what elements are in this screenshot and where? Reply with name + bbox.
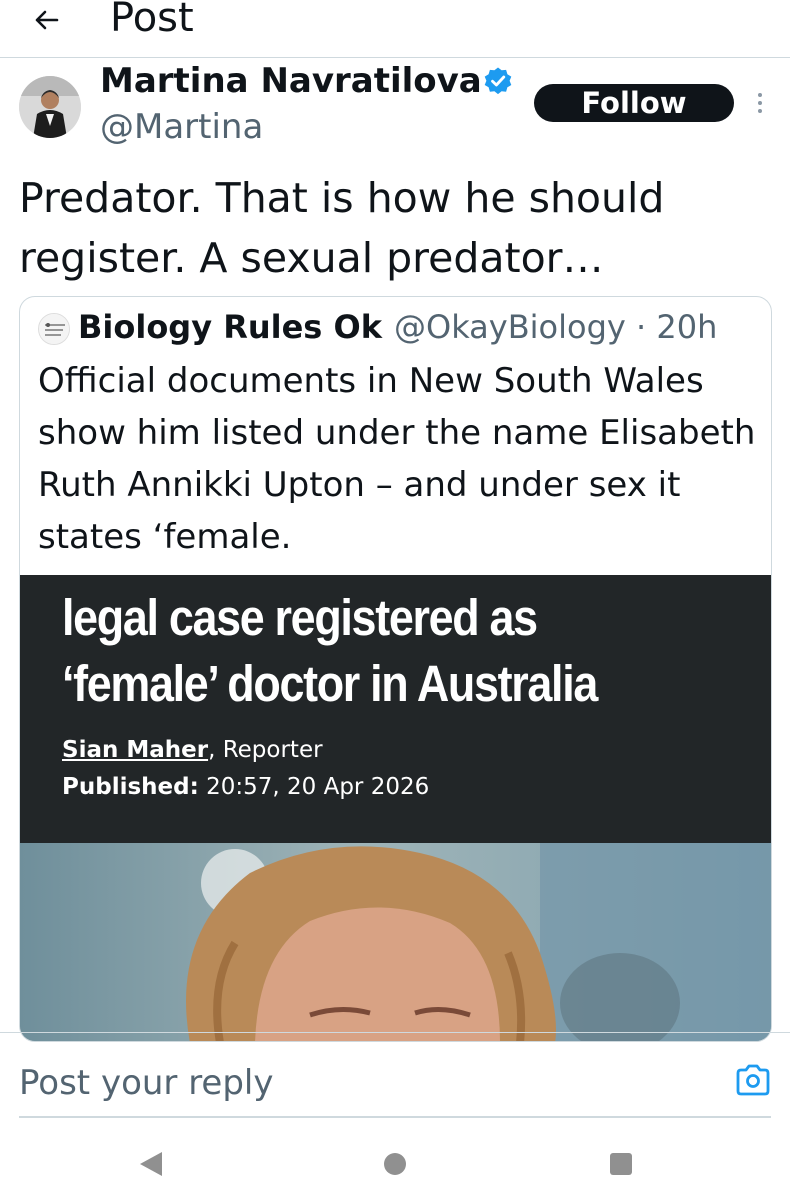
post-text: Predator. That is how he should register…	[19, 174, 665, 282]
arrow-left-icon	[35, 10, 59, 30]
quoted-post-text: Official documents in New South Wales sh…	[38, 361, 756, 557]
quoted-post-card[interactable]: Biology Rules Ok @OkayBiology · 20h Offi…	[19, 296, 772, 1042]
avatar[interactable]	[19, 76, 81, 138]
quoted-avatar[interactable]	[38, 313, 70, 345]
more-vertical-icon	[758, 93, 762, 113]
follow-button[interactable]: Follow	[534, 84, 734, 122]
reply-input[interactable]	[19, 1058, 699, 1108]
article-author: Sian Maher	[62, 737, 209, 763]
verified-badge-icon	[484, 67, 512, 95]
top-bar: Post	[0, 0, 790, 58]
reply-divider	[0, 1032, 790, 1033]
avatar-image	[19, 76, 81, 138]
article-published: Published: 20:57, 20 Apr 2026	[62, 772, 429, 802]
camera-icon	[736, 1064, 770, 1096]
published-label: Published:	[62, 774, 199, 800]
camera-button[interactable]	[734, 1064, 772, 1098]
article-byline: Sian Maher, Reporter	[62, 735, 323, 765]
back-button[interactable]	[26, 0, 66, 40]
person-photo-image	[20, 843, 771, 1041]
article-author-role: , Reporter	[208, 737, 323, 763]
author-handle[interactable]: @Martina	[100, 106, 263, 148]
quoted-author-handle: @OkayBiology · 20h	[394, 308, 718, 346]
article-image: legal case registered as ‘female’ doctor…	[20, 575, 771, 843]
article-photo	[20, 843, 771, 1041]
article-headline: legal case registered as ‘female’ doctor…	[62, 589, 598, 712]
nav-recent-square-icon[interactable]	[610, 1153, 632, 1175]
page-title: Post	[110, 0, 194, 41]
quoted-avatar-image	[39, 314, 69, 344]
author-name[interactable]: Martina Navratilova	[100, 60, 482, 102]
more-options-button[interactable]	[750, 88, 770, 118]
quoted-author-name[interactable]: Biology Rules Ok	[78, 305, 382, 349]
nav-back-triangle-icon[interactable]	[138, 1150, 164, 1178]
reply-underline	[19, 1116, 771, 1118]
nav-home-circle-icon[interactable]	[384, 1153, 406, 1175]
published-value: 20:57, 20 Apr 2026	[198, 774, 430, 800]
